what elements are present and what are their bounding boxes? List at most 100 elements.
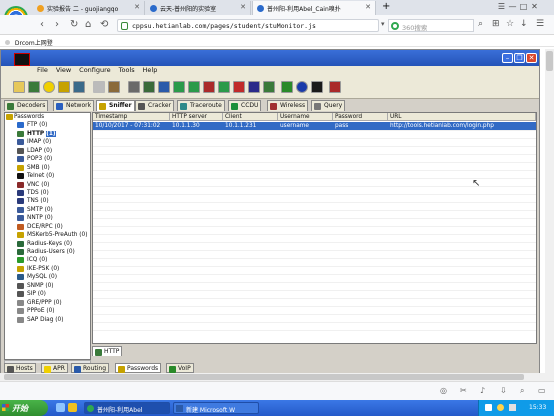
tree-item-icq[interactable]: ICQ (0) xyxy=(5,256,90,264)
column-header[interactable]: HTTP server xyxy=(170,113,223,121)
tab-http[interactable]: HTTP xyxy=(92,346,123,356)
tree-item-ike-psk[interactable]: IKE-PSK (0) xyxy=(5,265,90,273)
tree-item-tds[interactable]: TDS (0) xyxy=(5,189,90,197)
tree-item-dce-rpc[interactable]: DCE/RPC (0) xyxy=(5,223,90,231)
extensions-icon[interactable]: ⊞ xyxy=(492,19,500,29)
column-header[interactable]: Client xyxy=(223,113,278,121)
search-icon[interactable]: ⌕ xyxy=(478,19,483,29)
page-horizontal-scrollbar[interactable] xyxy=(0,373,554,381)
password-grid[interactable]: Timestamp HTTP server Client Username Passwo… xyxy=(92,112,537,344)
tree-item-pppoe[interactable]: PPPoE (0) xyxy=(5,307,90,315)
menu-view[interactable]: View xyxy=(56,66,71,74)
zoom-icon[interactable]: ⌕ xyxy=(520,386,524,396)
history-icon[interactable]: ⟲ xyxy=(100,19,108,30)
network-icon[interactable] xyxy=(28,81,40,93)
tab-passwords[interactable]: Passwords xyxy=(115,363,162,373)
certificate-icon[interactable] xyxy=(281,81,293,93)
menu-help[interactable]: Help xyxy=(143,66,158,74)
tree-item-smb[interactable]: SMB (0) xyxy=(5,164,90,172)
tree-item-gre-ppp[interactable]: GRE/PPP (0) xyxy=(5,299,90,307)
open-icon[interactable] xyxy=(13,81,25,93)
vnc-icon[interactable] xyxy=(218,81,230,93)
download-status-icon[interactable]: ⇩ xyxy=(500,386,507,395)
tree-item-nntp[interactable]: NNTP (0) xyxy=(5,214,90,222)
record-icon[interactable] xyxy=(233,81,245,93)
security-tray-icon[interactable] xyxy=(497,404,504,411)
tab-cracker[interactable]: Cracker xyxy=(135,100,175,111)
screenshot-icon[interactable]: ✂ xyxy=(460,386,467,395)
task-browser[interactable]: 普州阳-利用Abel_ xyxy=(84,402,170,414)
info-icon[interactable] xyxy=(296,81,308,93)
close-tab-icon[interactable]: ✕ xyxy=(365,3,371,11)
page-vertical-scrollbar[interactable] xyxy=(545,49,554,373)
menu-configure[interactable]: Configure xyxy=(79,66,111,74)
scroll-thumb[interactable] xyxy=(546,51,553,71)
app-close-icon[interactable]: ✕ xyxy=(526,53,537,63)
help-icon[interactable] xyxy=(311,81,323,93)
tree-item-radius-keys[interactable]: Radius-Keys (0) xyxy=(5,240,90,248)
browser-tab-lab[interactable]: 云天-普州阳的实验室 ✕ xyxy=(146,1,251,15)
about-icon[interactable] xyxy=(329,81,341,93)
scroll-thumb[interactable] xyxy=(4,374,524,380)
tree-root-passwords[interactable]: Passwords xyxy=(5,113,90,121)
table-row[interactable]: 10/10/2017 - 07:31:02 10.1.1.30 10.1.1.231… xyxy=(93,122,536,130)
add-icon[interactable] xyxy=(93,81,105,93)
column-header[interactable]: Timestamp xyxy=(93,113,170,121)
dropdown-icon[interactable]: ▾ xyxy=(381,20,385,28)
ntlm-icon[interactable] xyxy=(188,81,200,93)
close-tab-icon[interactable]: ✕ xyxy=(240,3,246,11)
browser-tab-report[interactable]: 实验报告 二 - guojiangqo ✕ xyxy=(33,1,145,15)
tree-item-mskerb5-preauth[interactable]: MSKerb5-PreAuth (0) xyxy=(5,231,90,239)
arp-icon[interactable] xyxy=(73,81,85,93)
radiation-icon[interactable] xyxy=(43,81,55,93)
start-button[interactable]: 开始 xyxy=(0,400,48,416)
app-minimize-icon[interactable]: – xyxy=(502,53,513,63)
tab-network[interactable]: Network xyxy=(53,100,95,111)
task-word[interactable]: 新建 Microsoft W xyxy=(173,402,259,414)
tree-item-vnc[interactable]: VNC (0) xyxy=(5,181,90,189)
favorites-icon[interactable]: ☆ xyxy=(506,19,514,29)
tab-decoders[interactable]: Decoders xyxy=(4,100,49,111)
speed-icon[interactable]: ◎ xyxy=(440,386,447,395)
tree-item-tns[interactable]: TNS (0) xyxy=(5,197,90,205)
rdp-icon[interactable] xyxy=(248,81,260,93)
tab-traceroute[interactable]: Traceroute xyxy=(177,100,225,111)
tab-routing[interactable]: Routing xyxy=(71,363,110,373)
tree-item-imap[interactable]: IMAP (0) xyxy=(5,138,90,146)
back-icon[interactable]: ‹ xyxy=(40,19,44,30)
tree-item-mysql[interactable]: MySQL (0) xyxy=(5,273,90,281)
cisco-icon[interactable] xyxy=(203,81,215,93)
tab-ccdu[interactable]: CCDU xyxy=(228,100,262,111)
layout-icon[interactable]: ▭ xyxy=(538,386,546,395)
ie-icon[interactable] xyxy=(56,403,65,412)
sound-icon[interactable]: ♪ xyxy=(480,386,485,395)
tab-apr[interactable]: APR xyxy=(41,363,68,373)
tree-item-smtp[interactable]: SMTP (0) xyxy=(5,206,90,214)
search-input[interactable]: 360搜索 xyxy=(388,19,474,32)
column-header[interactable]: URL xyxy=(388,113,536,121)
download-icon[interactable]: ↓ xyxy=(520,19,528,29)
cracker-icon[interactable] xyxy=(143,81,155,93)
forward-icon[interactable]: › xyxy=(55,19,59,30)
tab-sniffer[interactable]: Sniffer xyxy=(96,100,135,111)
tree-item-radius-users[interactable]: Radius-Users (0) xyxy=(5,248,90,256)
maximize-icon[interactable]: □ xyxy=(518,2,529,11)
more-icon[interactable]: ☰ xyxy=(536,19,544,29)
tree-item-ldap[interactable]: LDAP (0) xyxy=(5,147,90,155)
wifi-icon[interactable] xyxy=(263,81,275,93)
tab-wireless[interactable]: Wireless xyxy=(267,100,309,111)
tab-hosts[interactable]: Hosts xyxy=(4,363,36,373)
column-header[interactable]: Password xyxy=(333,113,388,121)
tree-item-sip[interactable]: SIP (0) xyxy=(5,290,90,298)
tree-item-pop3[interactable]: POP3 (0) xyxy=(5,155,90,163)
tree-item-ftp[interactable]: FTP (0) xyxy=(5,121,90,129)
folder-icon[interactable] xyxy=(68,403,77,412)
sniffer-icon[interactable] xyxy=(58,81,70,93)
tab-voip[interactable]: VoIP xyxy=(166,363,194,373)
hash-icon[interactable] xyxy=(128,81,140,93)
remove-icon[interactable] xyxy=(108,81,120,93)
calculator-icon[interactable] xyxy=(158,81,170,93)
menu-icon[interactable]: ☰ xyxy=(496,2,507,11)
minimize-icon[interactable]: — xyxy=(507,2,518,11)
app-restore-icon[interactable]: ❐ xyxy=(514,53,525,63)
